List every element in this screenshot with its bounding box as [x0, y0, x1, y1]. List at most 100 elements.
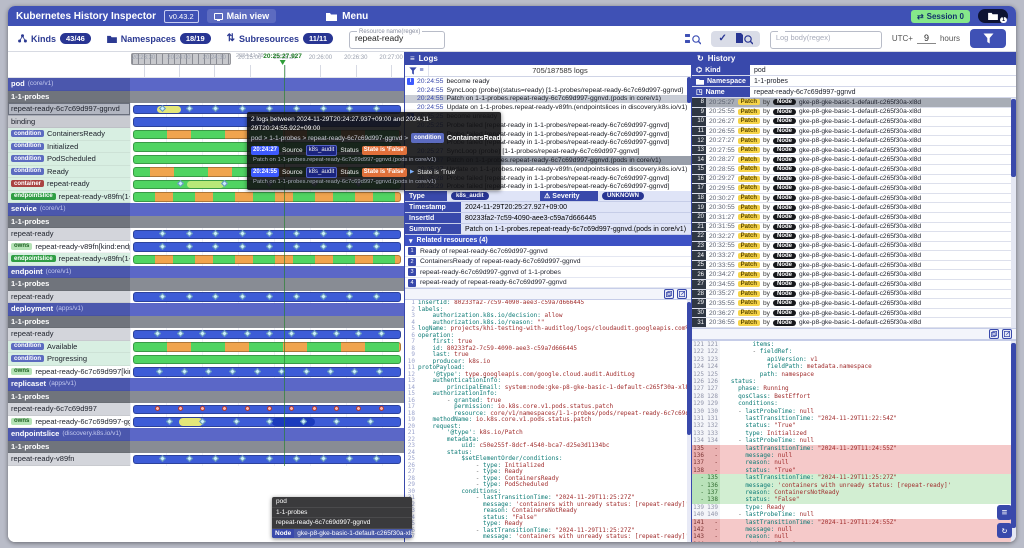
timeline-row-repeat-ready-6c7c69d997-kind-r[interactable]: ownsrepeat-ready-6c7c69d997[kind:replic.… [8, 366, 404, 379]
revision-marker[interactable] [165, 418, 172, 425]
diff-mode-button[interactable]: ≡ [997, 505, 1012, 520]
revision-marker[interactable] [232, 418, 239, 425]
timeline-bar[interactable] [133, 192, 401, 202]
subresources-filter-button[interactable]: ⇅ Subresources 11/11 [227, 33, 333, 44]
timeline-row-progressing[interactable]: conditionProgressing [8, 353, 404, 366]
revision-marker[interactable] [154, 330, 161, 337]
timeline-row-repeat-ready-v89fn-kind-endpoi[interactable]: ownsrepeat-ready-v89fn[kind:endpointslic… [8, 241, 404, 254]
revision-marker[interactable] [244, 405, 251, 412]
revision-marker[interactable] [159, 243, 166, 250]
revision-marker[interactable] [366, 418, 373, 425]
timeline-row-repeat-ready-6c7c69d997-ggnvd-[interactable]: ownsrepeat-ready-6c7c69d997-ggnvd[kin... [8, 416, 404, 429]
history-revision-row[interactable]: 2420:33:27PatchbyNodegke-p8-gke-basic-1-… [692, 251, 1016, 261]
namespaces-filter-button[interactable]: Namespaces 18/19 [107, 33, 211, 44]
timeline-bar[interactable] [133, 292, 401, 302]
log-body-field[interactable]: x Log body(regex) [770, 29, 882, 49]
copy-manifest-button[interactable] [989, 329, 999, 339]
revision-marker[interactable] [212, 230, 219, 237]
revision-marker[interactable] [302, 368, 309, 375]
history-revision-row[interactable]: 1020:26:27PatchbyNodegke-p8-gke-basic-1-… [692, 117, 1016, 127]
timeline-row-track[interactable] [130, 241, 404, 254]
revision-marker[interactable] [159, 455, 166, 462]
revision-marker[interactable] [221, 330, 228, 337]
related-resources-header[interactable]: ▾ Related resources (4) [405, 235, 691, 246]
related-resource-item[interactable]: 1Ready of repeat-ready-6c7c69d997-ggnvd [405, 246, 691, 257]
resource-name-field-value[interactable]: repeat-ready [355, 33, 439, 43]
revision-marker[interactable] [320, 293, 327, 300]
revision-marker[interactable] [376, 368, 383, 375]
timeline-row-1-1-probes[interactable]: 1-1-probes [8, 316, 404, 329]
revision-marker[interactable] [378, 405, 385, 412]
log-entry[interactable]: 20:24:55SyncLoop (probe)(status=ready) [… [405, 86, 691, 95]
revision-marker[interactable] [159, 293, 166, 300]
timeline-row-track[interactable] [130, 266, 404, 279]
logs-filter-buttons[interactable]: ≡ [405, 65, 429, 76]
revision-marker[interactable] [346, 243, 353, 250]
related-resource-item[interactable]: 2ContainersReady of repeat-ready-6c7c69d… [405, 257, 691, 268]
log-list-scrollbar[interactable] [687, 77, 691, 103]
revision-marker[interactable] [351, 368, 358, 375]
history-revision-row[interactable]: 1920:30:55PatchbyNodegke-p8-gke-basic-1-… [692, 203, 1016, 213]
log-entry[interactable]: 20:24:55Patch on 1-1-probes.repeat-ready… [405, 95, 691, 104]
timeline-row-track[interactable] [130, 403, 404, 416]
revision-marker[interactable] [266, 330, 273, 337]
timeline-row-1-1-probes[interactable]: 1-1-probes [8, 278, 404, 291]
revision-marker[interactable] [355, 405, 362, 412]
revision-marker[interactable] [346, 455, 353, 462]
history-revision-row[interactable]: 2120:31:55PatchbyNodegke-p8-gke-basic-1-… [692, 223, 1016, 233]
revision-marker[interactable] [254, 368, 261, 375]
timeline-row-replicaset[interactable]: replicaset (apps/v1) [8, 378, 404, 391]
menu-button[interactable]: Menu [326, 11, 368, 22]
revision-marker[interactable] [229, 368, 236, 375]
revision-marker[interactable] [346, 293, 353, 300]
revision-marker[interactable] [177, 180, 184, 187]
revision-marker[interactable] [212, 243, 219, 250]
history-revision-row[interactable]: 1820:30:27PatchbyNodegke-p8-gke-basic-1-… [692, 194, 1016, 204]
revision-marker[interactable] [154, 405, 161, 412]
check-icon[interactable]: ✓ [718, 33, 726, 44]
revision-marker[interactable] [177, 330, 184, 337]
log-body-viewer[interactable]: 1insertId: 80233fa2-7c59-4090-aee3-c59a7… [405, 300, 691, 542]
copy-log-body-button[interactable] [677, 289, 687, 299]
revision-marker[interactable] [311, 330, 318, 337]
revision-marker[interactable] [333, 330, 340, 337]
revision-marker[interactable] [346, 230, 353, 237]
timeline-row-1-1-probes[interactable]: 1-1-probes [8, 91, 404, 104]
timeline-bar[interactable] [133, 242, 401, 252]
history-revision-row[interactable]: 2820:35:27PatchbyNodegke-p8-gke-basic-1-… [692, 290, 1016, 300]
timeline-row-track[interactable] [130, 378, 404, 391]
wrap-text-button[interactable] [664, 289, 674, 299]
related-resource-item[interactable]: 3repeat-ready-6c7c69d997-ggnvd of 1-1-pr… [405, 267, 691, 278]
revision-marker[interactable] [239, 293, 246, 300]
timeline-row-track[interactable] [130, 216, 404, 229]
timeline-row-service[interactable]: service (core/v1) [8, 203, 404, 216]
timeline-bar[interactable] [133, 230, 401, 240]
revision-marker[interactable] [186, 105, 193, 112]
timeline-row-1-1-probes[interactable]: 1-1-probes [8, 216, 404, 229]
revision-marker[interactable] [373, 293, 380, 300]
timeline-bar[interactable] [133, 342, 401, 352]
history-revision-row[interactable]: 1620:29:27PatchbyNodegke-p8-gke-basic-1-… [692, 175, 1016, 185]
history-revision-row[interactable]: 2020:31:27PatchbyNodegke-p8-gke-basic-1-… [692, 213, 1016, 223]
revision-marker[interactable] [266, 230, 273, 237]
file-search-icon[interactable] [735, 33, 753, 45]
history-scrollbar[interactable] [1011, 98, 1016, 328]
log-body-placeholder[interactable]: Log body(regex) [776, 33, 876, 42]
timeline-bar[interactable] [133, 355, 401, 365]
revision-marker[interactable] [327, 368, 334, 375]
full-history-button[interactable]: ↻ [997, 523, 1012, 538]
timeline-bar[interactable] [133, 255, 401, 265]
revision-marker[interactable] [266, 243, 273, 250]
revision-marker[interactable] [293, 455, 300, 462]
revision-marker[interactable] [239, 455, 246, 462]
revision-marker[interactable] [205, 368, 212, 375]
history-revision-row[interactable]: 820:25:27PatchbyNodegke-p8-gke-basic-1-d… [692, 98, 1016, 108]
revision-marker[interactable] [320, 455, 327, 462]
history-revision-row[interactable]: 1120:26:55PatchbyNodegke-p8-gke-basic-1-… [692, 127, 1016, 137]
history-revision-row[interactable]: 2320:32:55PatchbyNodegke-p8-gke-basic-1-… [692, 242, 1016, 252]
history-revision-row[interactable]: 3120:36:55PatchbyNodegke-p8-gke-basic-1-… [692, 318, 1016, 328]
timeline-row-repeat-ready[interactable]: repeat-ready [8, 228, 404, 241]
timeline-row-endpointslice[interactable]: endpointslice (discovery.k8s.io/v1) [8, 428, 404, 441]
apply-filter-button[interactable] [970, 29, 1006, 48]
timeline-bar[interactable] [133, 417, 401, 427]
